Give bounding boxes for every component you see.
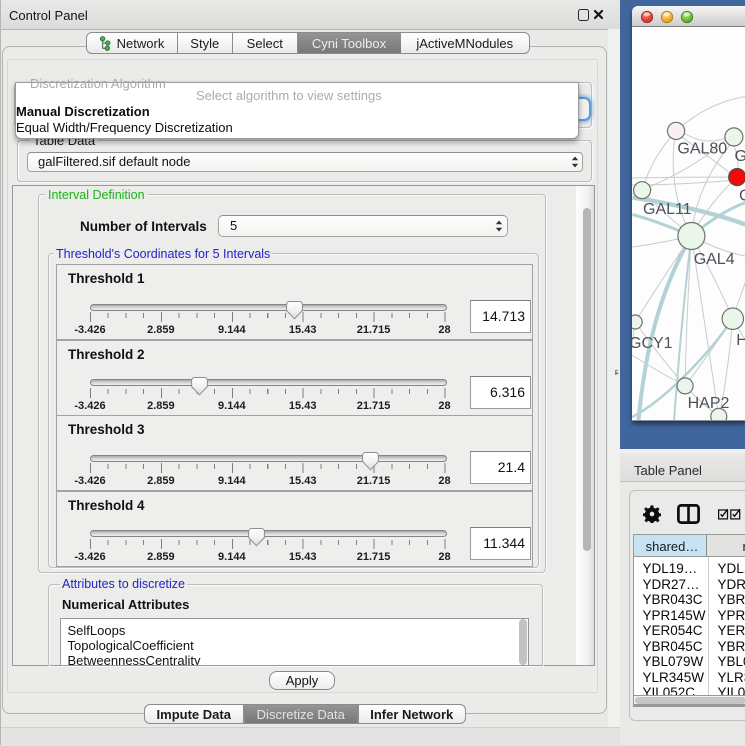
svg-text:C: C bbox=[739, 187, 745, 204]
svg-text:GAL80: GAL80 bbox=[677, 140, 727, 157]
svg-text:GAL4: GAL4 bbox=[693, 250, 734, 267]
svg-text:GCY1: GCY1 bbox=[632, 335, 673, 352]
svg-text:GA: GA bbox=[734, 147, 745, 164]
svg-text:H: H bbox=[736, 332, 745, 349]
svg-text:HAP2: HAP2 bbox=[687, 394, 729, 411]
svg-text:GAL11: GAL11 bbox=[643, 201, 692, 218]
